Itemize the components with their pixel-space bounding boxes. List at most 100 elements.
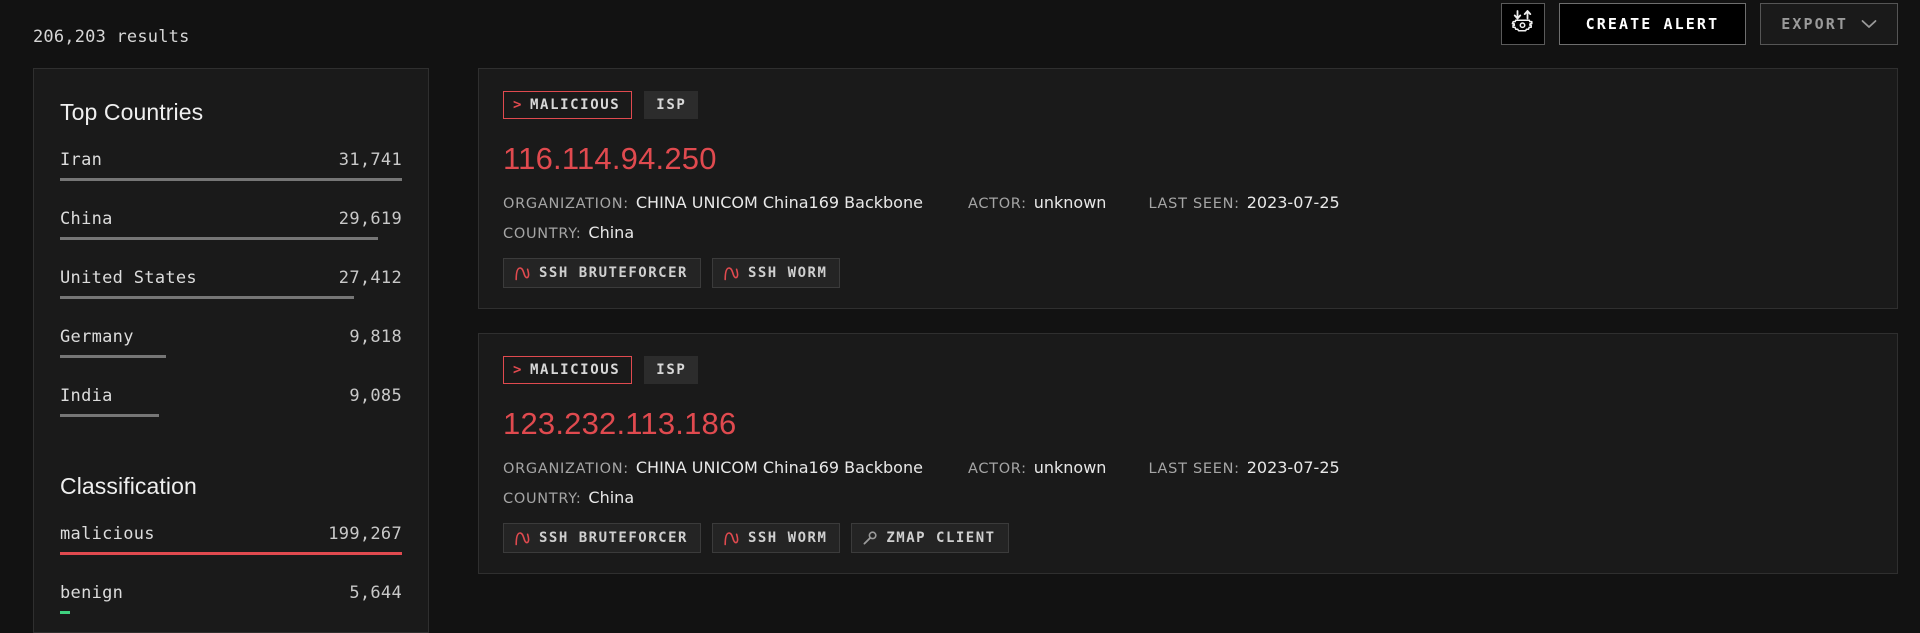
- tag-zmap-client[interactable]: ZMAP CLIENT: [851, 523, 1009, 553]
- facet-row[interactable]: benign 5,644: [60, 583, 402, 614]
- facet-label: United States: [60, 268, 197, 288]
- last-seen-value: 2023-07-25: [1246, 458, 1340, 477]
- last-seen-field: LAST SEEN: 2023-07-25: [1148, 193, 1339, 212]
- worm-icon: [515, 531, 530, 545]
- export-label: EXPORT: [1781, 15, 1848, 33]
- facet-title: Top Countries: [60, 99, 204, 125]
- facet-value: 29,619: [338, 209, 402, 229]
- meta-row-primary: ORGANIZATION: CHINA UNICOM China169 Backb…: [503, 458, 1873, 477]
- facet-bar-track: [60, 296, 402, 299]
- country-field: COUNTRY: China: [503, 488, 634, 507]
- facet-bar: [60, 414, 160, 417]
- import-export-settings-button[interactable]: [1500, 3, 1545, 45]
- worm-icon: [515, 266, 530, 280]
- actor-key: ACTOR:: [967, 196, 1027, 212]
- tag-ssh-bruteforcer[interactable]: SSH BRUTEFORCER: [503, 523, 701, 553]
- meta-row-country: COUNTRY: China: [503, 488, 1873, 507]
- organization-key: ORGANIZATION:: [503, 196, 629, 212]
- import-export-gear-icon: [1510, 9, 1536, 40]
- organization-field: ORGANIZATION: CHINA UNICOM China169 Backb…: [503, 193, 923, 212]
- chevron-right-icon: >: [513, 97, 524, 113]
- magnifier-icon: [863, 530, 877, 544]
- actor-key: ACTOR:: [967, 461, 1027, 477]
- facet-label: Iran: [60, 150, 103, 170]
- facet-row[interactable]: China 29,619: [60, 209, 402, 240]
- result-card[interactable]: > MALICIOUS ISP 123.232.113.186 ORGANIZATION…: [478, 333, 1898, 574]
- facet-label: China: [60, 209, 113, 229]
- facet-bar-track: [60, 355, 402, 358]
- country-field: COUNTRY: China: [503, 223, 634, 242]
- tag-label: SSH WORM: [747, 530, 828, 546]
- facet-bar: [60, 355, 167, 358]
- last-seen-key: LAST SEEN:: [1148, 196, 1240, 212]
- worm-icon: [514, 531, 531, 546]
- actor-field: ACTOR: unknown: [968, 458, 1106, 477]
- tag-row: SSH BRUTEFORCER SSH WORM: [503, 258, 1873, 288]
- facet-label: benign: [60, 583, 124, 603]
- export-button[interactable]: EXPORT: [1760, 3, 1898, 45]
- facet-value: 27,412: [338, 268, 402, 288]
- results-list: > MALICIOUS ISP 116.114.94.250 ORGANIZATION:…: [478, 68, 1898, 598]
- toolbar-actions: CREATE ALERT EXPORT: [1500, 3, 1898, 45]
- badge-row: > MALICIOUS ISP: [503, 91, 1873, 119]
- facet-value: 9,818: [349, 327, 402, 347]
- classification-badge[interactable]: > MALICIOUS: [503, 91, 633, 119]
- facet-bar-track: [60, 552, 402, 555]
- app-root: 206,203 results CREATE ALERT EXPORT Top …: [0, 0, 1920, 633]
- facet-value: 5,644: [349, 583, 402, 603]
- create-alert-button[interactable]: CREATE ALERT: [1558, 3, 1747, 45]
- type-badge[interactable]: ISP: [644, 356, 699, 384]
- worm-icon: [723, 266, 740, 281]
- actor-field: ACTOR: unknown: [968, 193, 1106, 212]
- facet-bar-track: [60, 611, 402, 614]
- country-value: China: [588, 488, 635, 507]
- worm-icon: [514, 266, 531, 281]
- classification-label: MALICIOUS: [530, 362, 621, 378]
- chevron-right-icon: >: [513, 362, 524, 378]
- last-seen-key: LAST SEEN:: [1148, 461, 1240, 477]
- facet-bar: [60, 552, 402, 555]
- worm-icon: [724, 531, 739, 545]
- facet-bar: [60, 237, 379, 240]
- last-seen-field: LAST SEEN: 2023-07-25: [1148, 458, 1339, 477]
- facet-bar: [60, 178, 402, 181]
- organization-value: CHINA UNICOM China169 Backbone: [635, 458, 923, 477]
- worm-icon: [724, 266, 739, 280]
- facet-row[interactable]: Germany 9,818: [60, 327, 402, 358]
- tag-ssh-bruteforcer[interactable]: SSH BRUTEFORCER: [503, 258, 701, 288]
- facet-value: 199,267: [328, 524, 402, 544]
- country-value: China: [588, 223, 635, 242]
- facet-label: India: [60, 386, 113, 406]
- tag-label: ZMAP CLIENT: [886, 530, 996, 546]
- tag-ssh-worm[interactable]: SSH WORM: [711, 258, 841, 288]
- actor-value: unknown: [1033, 458, 1107, 477]
- tag-row: SSH BRUTEFORCER SSH WORM ZMAP CLIENT: [503, 523, 1873, 553]
- meta-row-country: COUNTRY: China: [503, 223, 1873, 242]
- facet-row[interactable]: malicious 199,267: [60, 524, 402, 555]
- ip-address-link[interactable]: 116.114.94.250: [503, 141, 717, 177]
- classification-label: MALICIOUS: [530, 97, 621, 113]
- facet-row[interactable]: India 9,085: [60, 386, 402, 417]
- facet-value: 31,741: [338, 150, 402, 170]
- organization-field: ORGANIZATION: CHINA UNICOM China169 Backb…: [503, 458, 923, 477]
- tag-ssh-worm[interactable]: SSH WORM: [711, 523, 841, 553]
- meta-row-primary: ORGANIZATION: CHINA UNICOM China169 Backb…: [503, 193, 1873, 212]
- facet-label: Germany: [60, 327, 134, 347]
- facet-title: Classification: [60, 473, 197, 499]
- tag-label: SSH BRUTEFORCER: [539, 265, 688, 281]
- type-badge[interactable]: ISP: [644, 91, 699, 119]
- facet-row[interactable]: United States 27,412: [60, 268, 402, 299]
- magnifier-icon: [862, 530, 878, 546]
- facet-row[interactable]: Iran 31,741: [60, 150, 402, 181]
- country-key: COUNTRY:: [503, 226, 582, 242]
- result-card[interactable]: > MALICIOUS ISP 116.114.94.250 ORGANIZATION:…: [478, 68, 1898, 309]
- organization-key: ORGANIZATION:: [503, 461, 629, 477]
- ip-address-link[interactable]: 123.232.113.186: [503, 406, 736, 442]
- badge-row: > MALICIOUS ISP: [503, 356, 1873, 384]
- facet-value: 9,085: [349, 386, 402, 406]
- facet-bar: [60, 296, 355, 299]
- classification-badge[interactable]: > MALICIOUS: [503, 356, 633, 384]
- tag-label: SSH WORM: [747, 265, 828, 281]
- actor-value: unknown: [1033, 193, 1107, 212]
- organization-value: CHINA UNICOM China169 Backbone: [635, 193, 923, 212]
